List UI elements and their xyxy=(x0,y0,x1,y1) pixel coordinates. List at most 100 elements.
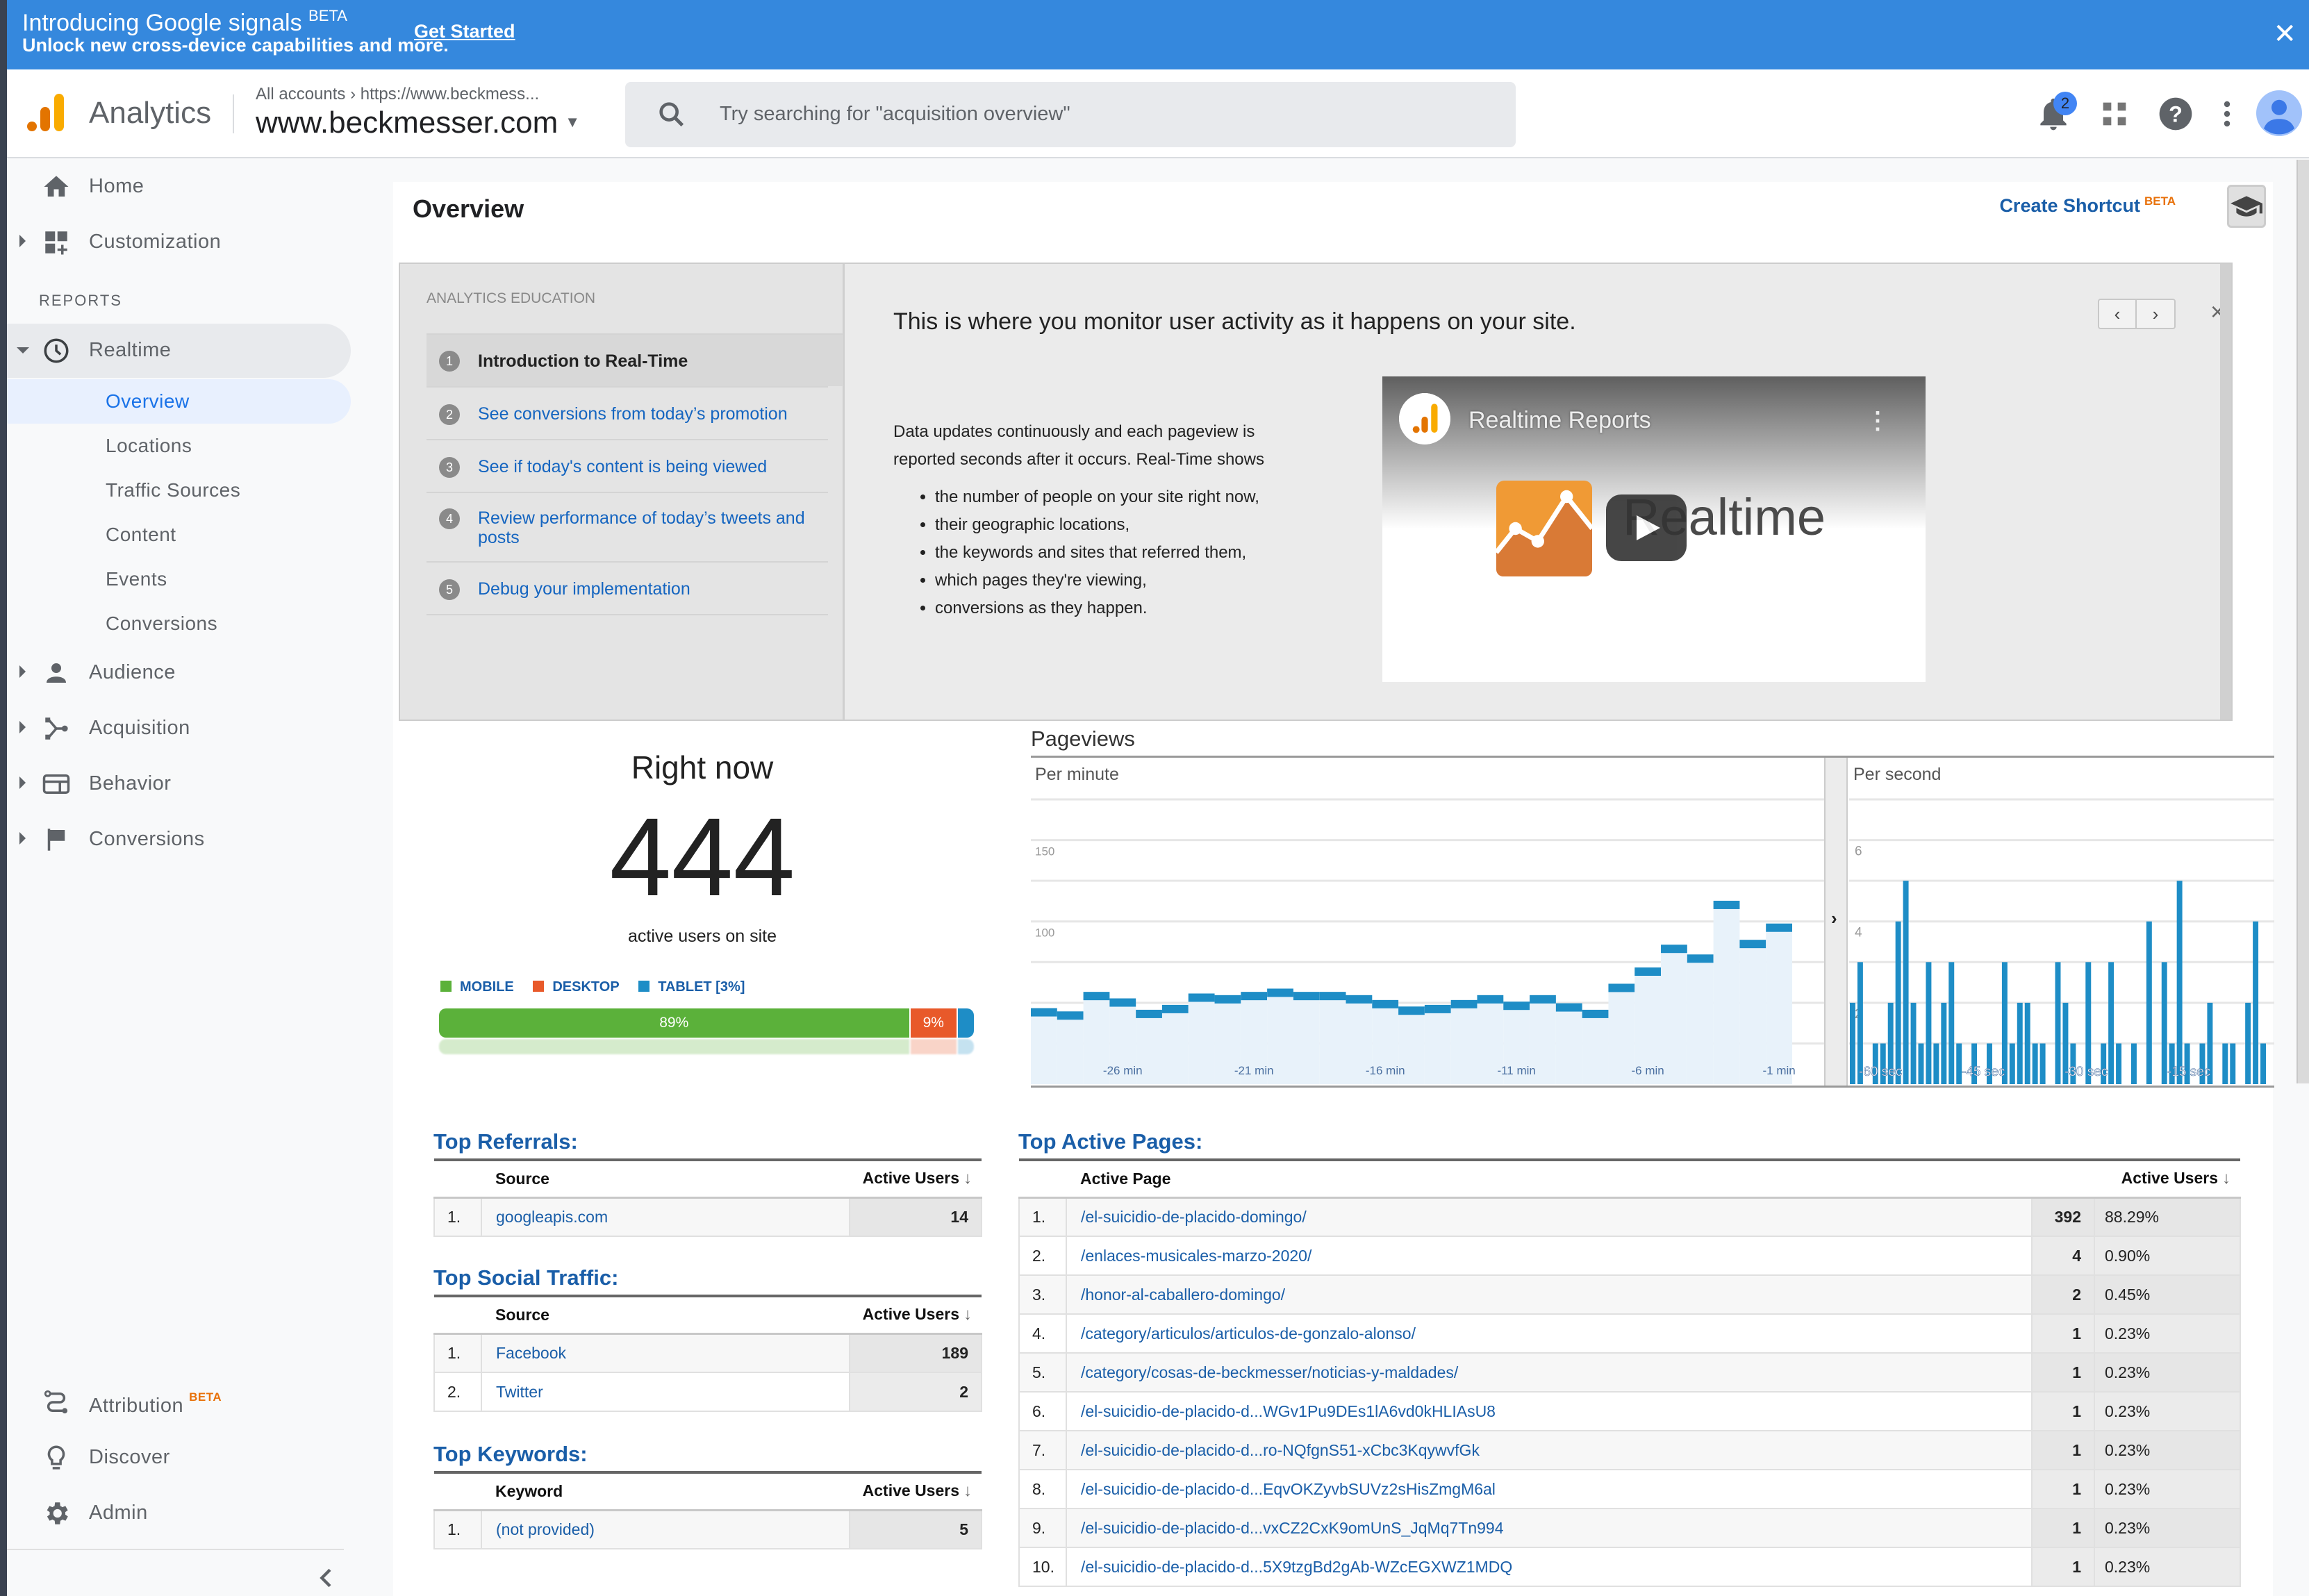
sidebar-item-realtime[interactable]: Realtime xyxy=(7,324,351,378)
sidebar-item-conversions[interactable]: Conversions xyxy=(7,813,351,867)
row-index: 2. xyxy=(1018,1236,1067,1276)
sidebar-item-attribution[interactable]: Attribution BETA xyxy=(7,1375,351,1429)
bar-area xyxy=(1188,996,1215,1084)
active-users-count: 444 xyxy=(609,795,795,919)
education-step-3[interactable]: 3 See if today's content is being viewed xyxy=(427,439,828,492)
get-started-link[interactable]: Get Started xyxy=(414,21,515,42)
table-row: 5. /category/cosas-de-beckmesser/noticias… xyxy=(1018,1352,2241,1393)
active-users-column-header[interactable]: Active Users ↓ xyxy=(850,1160,982,1199)
row-link[interactable]: Facebook xyxy=(496,1344,566,1362)
row-link[interactable]: /el-suicidio-de-placido-d...ro-NQfgnS51-… xyxy=(1081,1441,1480,1459)
chart-expand-toggle[interactable]: › xyxy=(1824,758,1848,1086)
bar-cap xyxy=(1398,1006,1425,1015)
row-link[interactable]: /el-suicidio-de-placido-d...5X9tzgBd2gAb… xyxy=(1081,1558,1512,1576)
sidebar-item-acquisition[interactable]: Acquisition xyxy=(7,701,351,756)
help-button[interactable]: ? xyxy=(2156,94,2195,133)
row-link[interactable]: googleapis.com xyxy=(496,1208,608,1226)
education-step-4[interactable]: 4 Review performance of today’s tweets a… xyxy=(427,492,828,561)
account-avatar[interactable] xyxy=(2256,90,2302,136)
notifications-button[interactable]: 2 xyxy=(2034,92,2077,133)
name-column-header[interactable]: Source xyxy=(481,1160,850,1199)
page-scrollbar[interactable] xyxy=(2296,160,2309,1083)
row-percent: 0.23% xyxy=(2094,1547,2241,1587)
pageviews-chart: 50100150-26 min-21 min-16 min-11 min-6 m… xyxy=(1031,756,2274,1088)
row-link[interactable]: Twitter xyxy=(496,1383,543,1401)
education-step-2[interactable]: 2 See conversions from today’s promotion xyxy=(427,386,828,439)
sidebar-item-discover[interactable]: Discover xyxy=(7,1431,351,1485)
row-link[interactable]: /honor-al-caballero-domingo/ xyxy=(1081,1286,1285,1304)
prev-chevron-icon[interactable]: ‹ xyxy=(2099,300,2137,328)
row-link[interactable]: /el-suicidio-de-placido-domingo/ xyxy=(1081,1208,1307,1226)
close-icon[interactable]: ✕ xyxy=(2273,18,2296,50)
name-column-header[interactable]: Keyword xyxy=(481,1472,850,1511)
active-users-column-header[interactable]: Active Users ↓ xyxy=(850,1296,982,1335)
sidebar-subitem-overview[interactable]: Overview xyxy=(7,379,351,424)
table-row: 1. /el-suicidio-de-placido-domingo/392 88.… xyxy=(1018,1197,2241,1237)
active-users-column-header[interactable]: Active Users ↓ xyxy=(2032,1160,2240,1199)
search-input[interactable]: Try searching for "acquisition overview" xyxy=(625,82,1516,147)
bar xyxy=(2017,1002,2023,1084)
sidebar-subitem-locations[interactable]: Locations xyxy=(7,424,351,468)
collapse-sidebar-chevron-icon[interactable] xyxy=(313,1564,340,1592)
bar xyxy=(2024,1002,2030,1084)
step-number: 5 xyxy=(439,579,460,600)
row-link[interactable]: /category/articulos/articulos-de-gonzalo… xyxy=(1081,1324,1416,1343)
row-link[interactable]: /enlaces-musicales-marzo-2020/ xyxy=(1081,1247,1311,1265)
breadcrumb-all-accounts[interactable]: All accounts xyxy=(256,85,345,103)
acquisition-icon xyxy=(45,717,68,740)
create-shortcut-link[interactable]: Create Shortcut BETA xyxy=(1999,194,2176,217)
right-now-title: Right now xyxy=(631,749,774,785)
row-percent: 0.90% xyxy=(2094,1236,2241,1276)
property-selector[interactable]: www.beckmesser.com ▼ xyxy=(256,106,580,140)
sort-descending-icon[interactable]: ↓ xyxy=(2222,1169,2231,1188)
row-link[interactable]: (not provided) xyxy=(496,1520,595,1538)
device-segment-mobile: 89% xyxy=(439,1008,911,1038)
realtime-video-player[interactable]: Realtime Reports ⋮ Realtime xyxy=(1382,376,1926,682)
analytics-education-panel: ANALYTICS EDUCATION 1 Introduction to Re… xyxy=(399,263,2233,721)
sidebar-item-home[interactable]: Home xyxy=(7,160,351,214)
education-step-5[interactable]: 5 Debug your implementation xyxy=(427,561,828,615)
brand-name: Analytics xyxy=(89,96,212,130)
breadcrumb-account[interactable]: https://www.beckmess... xyxy=(361,85,539,103)
sidebar-subitem-conversions[interactable]: Conversions xyxy=(7,601,351,646)
row-link[interactable]: /el-suicidio-de-placido-d...WGv1Pu9DEs1l… xyxy=(1081,1402,1496,1420)
row-link[interactable]: /category/cosas-de-beckmesser/noticias-y… xyxy=(1081,1363,1458,1381)
row-percent: 88.29% xyxy=(2094,1197,2241,1237)
apps-button[interactable] xyxy=(2095,94,2134,133)
row-index: 1. xyxy=(433,1509,482,1549)
play-button-icon[interactable] xyxy=(1606,494,1687,561)
active-users-column-header[interactable]: Active Users ↓ xyxy=(850,1472,982,1511)
bar-cap xyxy=(1582,1009,1609,1018)
active-users-header-label: Active Users xyxy=(862,1305,959,1324)
row-link[interactable]: /el-suicidio-de-placido-d...EqvOKZyvbSUV… xyxy=(1081,1480,1496,1498)
bar-cap xyxy=(1424,1004,1451,1013)
sidebar-subitem-events[interactable]: Events xyxy=(7,557,351,601)
sort-descending-icon[interactable]: ↓ xyxy=(963,1305,972,1324)
sidebar-subitem-content[interactable]: Content xyxy=(7,513,351,557)
row-link[interactable]: /el-suicidio-de-placido-d...vxCZ2CxK9omU… xyxy=(1081,1519,1504,1537)
sort-descending-icon[interactable]: ↓ xyxy=(963,1481,972,1500)
education-scrollbar[interactable] xyxy=(2220,264,2231,720)
sort-descending-icon[interactable]: ↓ xyxy=(963,1169,972,1188)
expand-arrow-icon xyxy=(19,665,26,678)
gear-icon xyxy=(47,1502,68,1524)
next-chevron-icon[interactable]: › xyxy=(2137,300,2174,328)
flag-icon xyxy=(47,829,65,851)
sidebar-subitem-traffic-sources[interactable]: Traffic Sources xyxy=(7,468,351,513)
sidebar-item-admin[interactable]: Admin xyxy=(7,1486,351,1540)
sidebar-item-customization[interactable]: Customization xyxy=(7,215,351,269)
more-options-button[interactable] xyxy=(2208,94,2246,133)
account-breadcrumb[interactable]: All accounts › https://www.beckmess... xyxy=(256,85,539,104)
legend-swatch xyxy=(638,981,650,992)
video-menu-icon[interactable]: ⋮ xyxy=(1866,407,1889,435)
education-step-1[interactable]: 1 Introduction to Real-Time xyxy=(427,333,843,386)
name-column-header[interactable]: Source xyxy=(481,1296,850,1335)
step-label: See if today's content is being viewed xyxy=(478,457,768,476)
bar-area xyxy=(1555,1006,1582,1084)
sidebar-item-behavior[interactable]: Behavior xyxy=(7,757,351,811)
y-tick-label: 6 xyxy=(1855,845,1862,859)
sidebar-item-audience[interactable]: Audience xyxy=(7,646,351,700)
education-toggle-button[interactable] xyxy=(2227,185,2266,228)
bar xyxy=(1926,962,1932,1084)
name-column-header[interactable]: Active Page xyxy=(1066,1160,2032,1199)
